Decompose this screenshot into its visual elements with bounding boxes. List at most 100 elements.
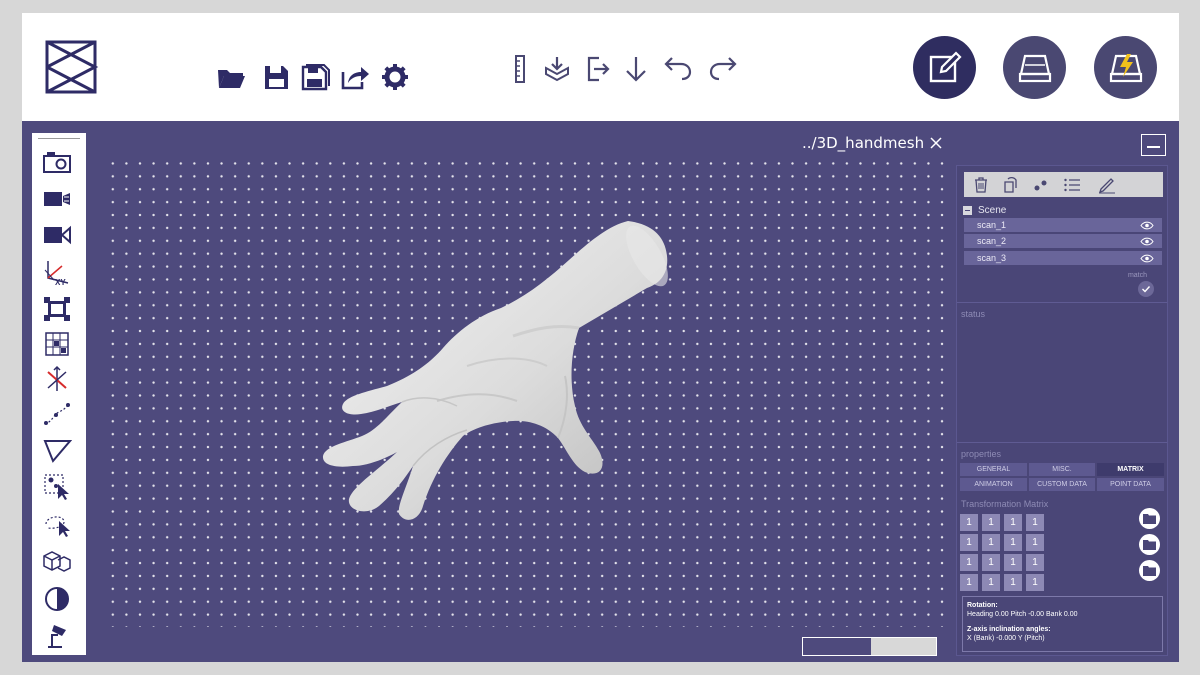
rotation-heading: Rotation: (967, 602, 998, 609)
folder-icon (1143, 540, 1156, 550)
scanner-icon (1018, 54, 1051, 82)
z-axis-values: X (Bank) -0.000 Y (Pitch) (967, 635, 1045, 642)
folder-open-icon[interactable] (215, 61, 247, 93)
import-icon[interactable] (541, 53, 573, 85)
scan-label: scan_3 (977, 253, 1007, 263)
matrix-cell[interactable]: 1 (982, 574, 1000, 591)
check-icon (1142, 286, 1151, 293)
edit-icon (929, 50, 962, 82)
eye-icon[interactable] (1140, 221, 1154, 230)
matrix-cell[interactable]: 1 (1004, 554, 1022, 571)
open-matrix-button[interactable] (1139, 560, 1160, 581)
matrix-cell[interactable]: 1 (1004, 514, 1022, 531)
matrix-cell[interactable]: 1 (960, 574, 978, 591)
folder-icon (1143, 566, 1156, 576)
camera-icon[interactable] (41, 147, 73, 177)
close-icon[interactable] (928, 135, 944, 151)
axis-transform-icon[interactable] (41, 364, 73, 394)
camera-record-icon[interactable] (41, 220, 73, 250)
file-title: ../3D_handmesh (802, 134, 925, 152)
eye-icon[interactable] (1140, 254, 1154, 263)
top-toolbar (22, 13, 1179, 121)
folder-icon (1143, 514, 1156, 524)
lasso-select-icon[interactable] (41, 509, 73, 539)
grid-icon[interactable] (41, 329, 73, 359)
svg-text:XY: XY (55, 278, 66, 286)
matrix-cell[interactable]: 1 (982, 554, 1000, 571)
hand-3d-mesh[interactable] (317, 216, 677, 536)
edit-mode-button[interactable] (913, 36, 976, 99)
scanner-lightning-icon (1109, 53, 1142, 82)
points-icon[interactable] (1031, 175, 1051, 195)
rotation-values: Heading 0.00 Pitch -0.00 Bank 0.00 (967, 611, 1078, 618)
status-label: status (961, 309, 986, 319)
ruler-icon[interactable] (504, 53, 536, 85)
bounding-box-icon[interactable] (41, 294, 73, 324)
matrix-cell[interactable]: 1 (1004, 574, 1022, 591)
collapse-icon[interactable] (963, 205, 972, 215)
undo-icon[interactable] (662, 51, 694, 83)
panel-divider (957, 302, 1167, 303)
minimize-panel-button[interactable] (1141, 134, 1166, 156)
save-all-icon[interactable] (299, 61, 331, 93)
settings-gear-icon[interactable] (379, 61, 411, 93)
matrix-cell[interactable]: 1 (1026, 554, 1044, 571)
scanner-mode-button[interactable] (1003, 36, 1066, 99)
panel-divider (957, 442, 1167, 443)
contrast-icon[interactable] (41, 584, 73, 614)
open-matrix-button[interactable] (1139, 508, 1160, 529)
matrix-cell[interactable]: 1 (982, 534, 1000, 551)
scene-tree-header[interactable]: Scene (963, 203, 1006, 217)
save-icon[interactable] (260, 61, 292, 93)
match-checkbox[interactable] (1138, 281, 1154, 297)
properties-label: properties (961, 449, 1002, 459)
rotation-info: Rotation: Heading 0.00 Pitch -0.00 Bank … (962, 596, 1163, 652)
triangle-icon[interactable] (41, 435, 73, 465)
light-icon[interactable] (41, 620, 73, 650)
matrix-cell[interactable]: 1 (1004, 534, 1022, 551)
eye-icon[interactable] (1140, 237, 1154, 246)
cubes-icon[interactable] (41, 546, 73, 576)
panel-toolbar (964, 172, 1163, 197)
scan-row[interactable]: scan_1 (964, 218, 1162, 232)
matrix-cell[interactable]: 1 (960, 554, 978, 571)
matrix-cell[interactable]: 1 (960, 514, 978, 531)
tab-general[interactable]: GENERAL (960, 463, 1027, 476)
scan-row[interactable]: scan_3 (964, 251, 1162, 265)
progress-bar (802, 637, 937, 656)
path-points-icon[interactable] (41, 399, 73, 429)
tab-matrix[interactable]: MATRIX (1097, 463, 1164, 476)
3d-viewport[interactable]: XY ../3D_handmesh Scene scan_1 scan_2 sc… (22, 121, 1179, 662)
xy-axis-icon[interactable]: XY (41, 257, 73, 287)
list-icon[interactable] (1062, 175, 1082, 195)
scan-label: scan_2 (977, 236, 1007, 246)
quick-scan-mode-button[interactable] (1094, 36, 1157, 99)
match-label: match (1127, 272, 1147, 279)
redo-icon[interactable] (707, 51, 739, 83)
tab-custom-data[interactable]: CUSTOM DATA (1029, 478, 1095, 491)
pencil-icon[interactable] (1097, 175, 1117, 195)
trash-icon[interactable] (971, 175, 991, 195)
open-matrix-button[interactable] (1139, 534, 1160, 555)
matrix-cell[interactable]: 1 (1026, 574, 1044, 591)
scene-label: Scene (978, 204, 1007, 216)
scene-panel: Scene scan_1 scan_2 scan_3 match status … (956, 165, 1168, 656)
video-camera-icon[interactable] (41, 184, 73, 214)
matrix-cell[interactable]: 1 (960, 534, 978, 551)
scan-row[interactable]: scan_2 (964, 234, 1162, 248)
progress-fill (870, 638, 936, 655)
tab-animation[interactable]: ANIMATION (960, 478, 1027, 491)
matrix-cell[interactable]: 1 (1026, 514, 1044, 531)
export-icon[interactable] (339, 61, 371, 93)
tab-point-data[interactable]: POINT DATA (1097, 478, 1164, 491)
scan-label: scan_1 (977, 220, 1007, 230)
exit-to-icon[interactable] (582, 53, 614, 85)
select-points-icon[interactable] (41, 471, 73, 501)
left-toolbar: XY (32, 133, 86, 655)
tab-misc[interactable]: MISC. (1029, 463, 1095, 476)
duplicate-icon[interactable] (1000, 175, 1020, 195)
download-arrow-icon[interactable] (620, 53, 652, 85)
z-axis-heading: Z-axis inclination angles: (967, 626, 1051, 633)
matrix-cell[interactable]: 1 (1026, 534, 1044, 551)
matrix-cell[interactable]: 1 (982, 514, 1000, 531)
